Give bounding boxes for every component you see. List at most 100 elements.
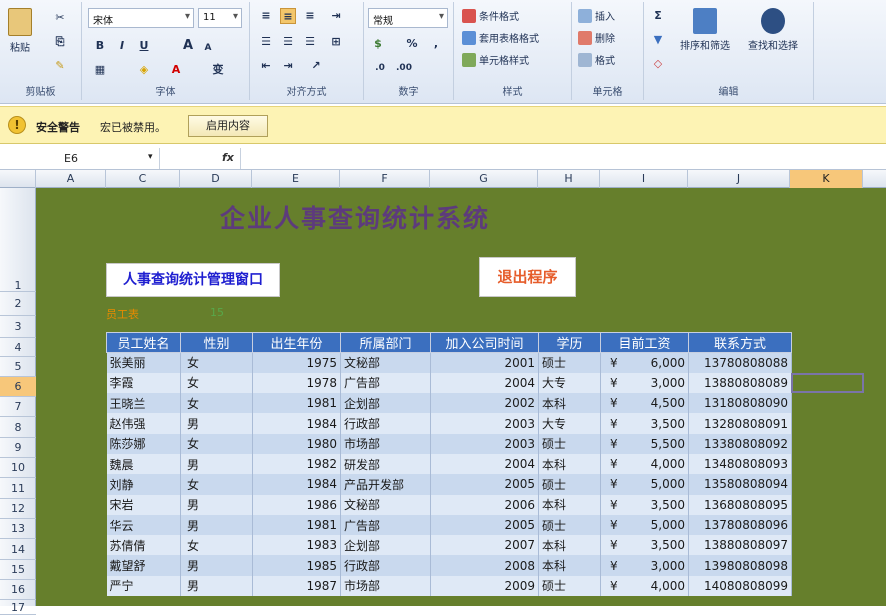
- table-cell[interactable]: 13780808088: [688, 352, 792, 373]
- table-cell[interactable]: 2006: [430, 494, 539, 515]
- salary-cell[interactable]: ¥5,000: [600, 514, 689, 536]
- table-cell[interactable]: 2003: [430, 413, 539, 434]
- formula-input[interactable]: [240, 148, 886, 169]
- table-cell[interactable]: 1975: [252, 352, 341, 373]
- table-cell[interactable]: 本科: [538, 555, 601, 576]
- row-header-11[interactable]: 11: [0, 478, 36, 499]
- format-button[interactable]: 格式: [578, 52, 615, 67]
- row-header-9[interactable]: 9: [0, 438, 36, 458]
- table-cell[interactable]: 2004: [430, 453, 539, 475]
- table-cell[interactable]: 男: [180, 575, 253, 597]
- table-cell[interactable]: 男: [180, 514, 253, 536]
- table-cell[interactable]: 女: [180, 352, 253, 373]
- column-header-c[interactable]: C: [106, 170, 180, 188]
- table-cell[interactable]: 2005: [430, 514, 539, 536]
- selected-cell[interactable]: [791, 373, 864, 393]
- salary-cell[interactable]: ¥5,000: [600, 474, 689, 495]
- table-cell[interactable]: 硕士: [538, 575, 601, 597]
- currency-icon[interactable]: $: [370, 36, 386, 52]
- border-icon[interactable]: ▦: [92, 62, 108, 78]
- table-cell[interactable]: 2004: [430, 372, 539, 394]
- table-cell[interactable]: 本科: [538, 453, 601, 475]
- table-cell[interactable]: 1982: [252, 453, 341, 475]
- percent-button[interactable]: %: [404, 36, 420, 52]
- row-header-14[interactable]: 14: [0, 539, 36, 560]
- row-header-7[interactable]: 7: [0, 397, 36, 417]
- grow-font-button[interactable]: A: [180, 38, 196, 54]
- underline-button[interactable]: U: [136, 38, 152, 54]
- function-icon[interactable]: fx: [222, 151, 234, 164]
- table-cell[interactable]: 张美丽: [106, 352, 181, 373]
- table-header-cell[interactable]: 联系方式: [688, 332, 792, 353]
- table-cell[interactable]: 男: [180, 555, 253, 576]
- row-header-2[interactable]: 2: [0, 292, 36, 316]
- salary-cell[interactable]: ¥4,000: [600, 575, 689, 597]
- table-cell[interactable]: 1981: [252, 514, 341, 536]
- salary-cell[interactable]: ¥4,500: [600, 393, 689, 414]
- table-cell[interactable]: 13880808089: [688, 372, 792, 394]
- table-cell[interactable]: 硕士: [538, 514, 601, 536]
- table-cell[interactable]: 13680808095: [688, 494, 792, 515]
- table-cell[interactable]: 男: [180, 494, 253, 515]
- increase-indent-icon[interactable]: ⇥: [280, 58, 296, 74]
- row-header-17[interactable]: 17: [0, 600, 36, 615]
- table-cell[interactable]: 企划部: [340, 393, 431, 414]
- table-cell[interactable]: 宋岩: [106, 494, 181, 515]
- table-cell[interactable]: 硕士: [538, 433, 601, 454]
- table-cell[interactable]: 女: [180, 393, 253, 414]
- fill-icon[interactable]: ▼: [650, 32, 666, 48]
- table-cell[interactable]: 1978: [252, 372, 341, 394]
- table-cell[interactable]: 1981: [252, 393, 341, 414]
- table-cell[interactable]: 男: [180, 453, 253, 475]
- column-header-d[interactable]: D: [180, 170, 252, 188]
- table-cell[interactable]: 李霞: [106, 372, 181, 394]
- table-cell[interactable]: 硕士: [538, 352, 601, 373]
- salary-cell[interactable]: ¥3,500: [600, 535, 689, 556]
- table-cell[interactable]: 1983: [252, 535, 341, 556]
- cut-icon[interactable]: ✂: [52, 10, 68, 26]
- row-header-12[interactable]: 12: [0, 499, 36, 519]
- exit-program-button[interactable]: 退出程序: [479, 257, 576, 297]
- table-cell[interactable]: 文秘部: [340, 494, 431, 515]
- column-header-f[interactable]: F: [340, 170, 430, 188]
- format-painter-icon[interactable]: ✎: [52, 58, 68, 74]
- insert-button[interactable]: 插入: [578, 8, 615, 23]
- table-cell[interactable]: 2001: [430, 352, 539, 373]
- table-cell[interactable]: 苏倩倩: [106, 535, 181, 556]
- salary-cell[interactable]: ¥3,500: [600, 494, 689, 515]
- row-header-6[interactable]: 6: [0, 377, 36, 397]
- table-cell[interactable]: 2005: [430, 474, 539, 495]
- name-box[interactable]: E6: [0, 148, 160, 169]
- table-cell[interactable]: 华云: [106, 514, 181, 536]
- column-header-i[interactable]: I: [600, 170, 688, 188]
- cell-styles-button[interactable]: 单元格样式: [462, 52, 529, 67]
- table-cell[interactable]: 行政部: [340, 413, 431, 434]
- font-name-combo[interactable]: 宋体: [88, 8, 194, 28]
- table-cell[interactable]: 1985: [252, 555, 341, 576]
- name-box-dropdown-icon[interactable]: ▾: [148, 152, 153, 162]
- decrease-decimal-icon[interactable]: .00: [396, 60, 412, 76]
- table-cell[interactable]: 2008: [430, 555, 539, 576]
- table-cell[interactable]: 女: [180, 372, 253, 394]
- column-header-e[interactable]: E: [252, 170, 340, 188]
- table-header-cell[interactable]: 所属部门: [340, 332, 431, 353]
- orientation-icon[interactable]: ↗: [308, 58, 324, 74]
- select-all-corner[interactable]: [0, 170, 36, 188]
- table-header-cell[interactable]: 性别: [180, 332, 253, 353]
- column-header-k[interactable]: K: [790, 170, 863, 188]
- row-header-16[interactable]: 16: [0, 580, 36, 600]
- merge-center-icon[interactable]: ⊞: [328, 34, 344, 50]
- table-header-cell[interactable]: 员工姓名: [106, 332, 181, 353]
- table-cell[interactable]: 2007: [430, 535, 539, 556]
- find-select-button[interactable]: 查找和选择: [748, 8, 798, 52]
- row-header-8[interactable]: 8: [0, 417, 36, 438]
- table-cell[interactable]: 13980808098: [688, 555, 792, 576]
- salary-cell[interactable]: ¥3,000: [600, 555, 689, 576]
- shrink-font-button[interactable]: A: [200, 40, 216, 56]
- table-cell[interactable]: 本科: [538, 535, 601, 556]
- table-cell[interactable]: 产品开发部: [340, 474, 431, 495]
- column-header-j[interactable]: J: [688, 170, 790, 188]
- conditional-format-button[interactable]: 条件格式: [462, 8, 519, 23]
- table-cell[interactable]: 行政部: [340, 555, 431, 576]
- paste-button[interactable]: 粘贴: [8, 8, 32, 54]
